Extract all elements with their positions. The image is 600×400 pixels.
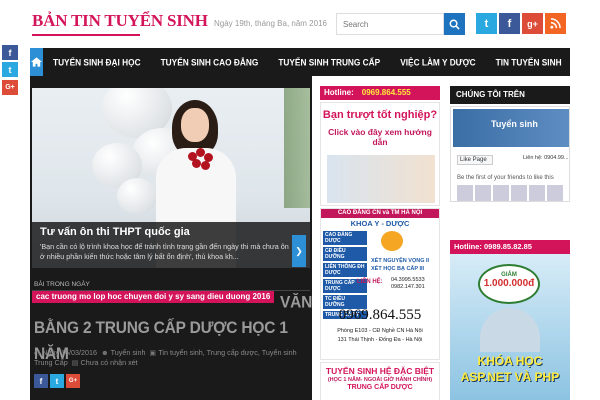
balloon [117, 178, 157, 214]
ad2-address-line2: 131 Thái Thịnh - Đống Đa - Hà Nội [337, 337, 423, 343]
share-twitter[interactable]: t [2, 62, 18, 77]
rss-icon[interactable] [545, 13, 566, 34]
section-label: BÀI TRONG NGÀY [34, 281, 90, 288]
ad-truot-tot-nghiep[interactable]: Bạn trượt tốt nghiệp? Click vào đây xem … [320, 102, 440, 206]
course-line2: ASP.NET VÀ PHP [460, 370, 560, 384]
ad2-contact-label: LIÊN HỆ: [357, 279, 383, 285]
ad1-subline: Click vào đây xem hướng dẫn [328, 127, 432, 147]
folder-icon: ▣ [149, 348, 157, 357]
article-meta: ◷ Ngày 16/03/2016 ☻ Tuyển sinh ▣ Tin tuyển … [34, 348, 310, 368]
slider-next-button[interactable]: ❯ [292, 235, 306, 267]
ad2-big-phone: 0969.864.555 [338, 307, 422, 323]
fb-count: Liên hệ: 0904.99... [523, 155, 569, 161]
facebook-icon[interactable]: f [499, 13, 520, 34]
school-logo-icon [381, 231, 403, 251]
google-plus-icon[interactable]: G+ [66, 374, 80, 388]
slide-title[interactable]: Tư vấn ôn thi THPT quốc gia [40, 226, 190, 238]
article-comments[interactable]: Chưa có nhận xét [81, 358, 138, 367]
news-ticker[interactable]: cac truong mo lop hoc chuyen doi y sy sa… [32, 291, 275, 303]
ad3-sub: (HỌC 1 NĂM- NGOÀI GIỜ HÀNH CHÍNH) [327, 377, 433, 383]
discount-badge: GIẢM 1.000.000đ [478, 264, 540, 304]
ad2-phone2: 0982.147.301 [391, 284, 425, 290]
search-input[interactable] [336, 13, 444, 35]
facebook-icon[interactable]: f [34, 374, 48, 388]
hotline-bar-2[interactable]: Hotline: 0989.85.82.85 [450, 240, 570, 254]
nav-item-cao-dang[interactable]: TUYỂN SINH CAO ĐẲNG [151, 57, 269, 68]
logo-underline [32, 34, 140, 36]
ad2-xet1: XÉT NGUYỆN VỌNG II [371, 258, 430, 264]
facebook-widget-title: CHÚNG TÔI TRÊN FACEBOOK [450, 86, 570, 117]
site-logo[interactable]: BẢN TIN TUYỂN SINH [32, 11, 208, 31]
fb-page-name[interactable]: Tuyển sinh [491, 119, 538, 129]
ad-he-dac-biet[interactable]: TUYỂN SINH HỆ ĐẶC BIỆT (HỌC 1 NĂM- NGOÀI… [320, 362, 440, 400]
discount-amount: 1.000.000đ [483, 278, 535, 289]
search-button[interactable] [444, 13, 465, 35]
ad2-subheader: KHOA Y - DƯỢC [350, 219, 410, 228]
article-date: Ngày 16/03/2016 [42, 348, 98, 357]
program-item: LIÊN THÔNG ĐH DƯỢC [323, 263, 367, 277]
share-google-plus[interactable]: G+ [2, 80, 18, 95]
clock-icon: ◷ [34, 348, 41, 357]
current-date: Ngày 19th, tháng Ba, năm 2016 [214, 19, 327, 28]
home-icon [30, 57, 43, 67]
ad2-address-line1: Phòng E103 - CĐ Nghề CN Hà Nội [337, 328, 423, 334]
chevron-right-icon: ❯ [295, 245, 303, 256]
main-content: Tư vấn ôn thi THPT quốc gia 'Bạn cần có … [30, 76, 312, 400]
background-tree [284, 88, 310, 208]
google-plus-icon[interactable]: g+ [522, 13, 543, 34]
ad-cao-dang-cn-tm[interactable]: CAO ĐẲNG CN và TM HÀ NỘI KHOA Y - DƯỢC C… [320, 208, 440, 360]
fb-faces [457, 185, 563, 201]
fb-friends-text: Be the first of your friends to like thi… [457, 175, 554, 181]
program-item: CAO ĐẲNG DƯỢC [323, 231, 367, 245]
hotline-bar[interactable]: Hotline: 0969.864.555 [320, 86, 440, 100]
main-nav: TUYỂN SINH ĐẠI HỌC TUYỂN SINH CAO ĐẲNG T… [30, 48, 570, 76]
ad3-more: TRUNG CẤP DƯỢC [347, 384, 413, 391]
twitter-icon[interactable]: t [476, 13, 497, 34]
share-facebook[interactable]: f [2, 45, 18, 60]
ad2-xet2: XÉT HỌC BẠ CẤP III [371, 266, 425, 272]
ad2-address: Phòng E103 - CĐ Nghề CN Hà Nội 131 Thái … [321, 327, 439, 345]
ad2-phones: 04.3995.5533 0982.147.301 [391, 277, 425, 291]
slide-excerpt: 'Bạn cần có lộ trình khoa học để tránh t… [40, 242, 289, 261]
rose-bouquet [188, 148, 216, 188]
man-photo [480, 308, 540, 352]
nav-item-viec-lam[interactable]: VIỆC LÀM Y DƯỢC [390, 57, 485, 68]
ad2-phone1: 04.3995.5533 [391, 277, 425, 283]
search-icon [449, 19, 460, 30]
fb-like-button[interactable]: Like Page [457, 155, 493, 165]
user-icon: ☻ [101, 348, 109, 357]
nav-item-tin-tuyen-sinh[interactable]: TIN TUYỂN SINH [486, 57, 572, 68]
nav-item-trung-cap[interactable]: TUYỂN SINH TRUNG CẤP [268, 57, 390, 68]
ad2-header: CAO ĐẲNG CN và TM HÀ NỘI [321, 209, 439, 218]
hotline-number: 0969.864.555 [361, 88, 411, 97]
nav-home[interactable] [30, 48, 43, 76]
facebook-widget[interactable]: Tuyển sinh Like Page Liên hệ: 0904.99...… [450, 106, 570, 202]
ad-aspnet-php[interactable]: GIẢM 1.000.000đ KHÓA HỌC ASP.NET VÀ PHP [450, 254, 570, 400]
girl-face [181, 108, 209, 142]
ad2-xet-tuyen: XÉT NGUYỆN VỌNG II XÉT HỌC BẠ CẤP III [371, 257, 439, 273]
ad1-photo [327, 155, 435, 203]
twitter-icon[interactable]: t [50, 374, 64, 388]
comment-icon: ▤ [71, 358, 79, 367]
course-line1: KHÓA HỌC [477, 354, 543, 368]
ad3-title: TUYỂN SINH HỆ ĐẶC BIỆT [325, 366, 435, 376]
article-author[interactable]: Tuyển sinh [111, 348, 146, 357]
program-item: CĐ ĐIỀU DƯỠNG [323, 247, 367, 261]
ad1-headline: Bạn trượt tốt nghiệp? [322, 109, 438, 121]
hotline-label: Hotline: [324, 88, 354, 97]
article-share: f t G+ [34, 374, 80, 388]
site-header: BẢN TIN TUYỂN SINH Ngày 19th, tháng Ba, … [30, 0, 570, 46]
nav-item-dai-hoc[interactable]: TUYỂN SINH ĐẠI HỌC [43, 57, 151, 68]
